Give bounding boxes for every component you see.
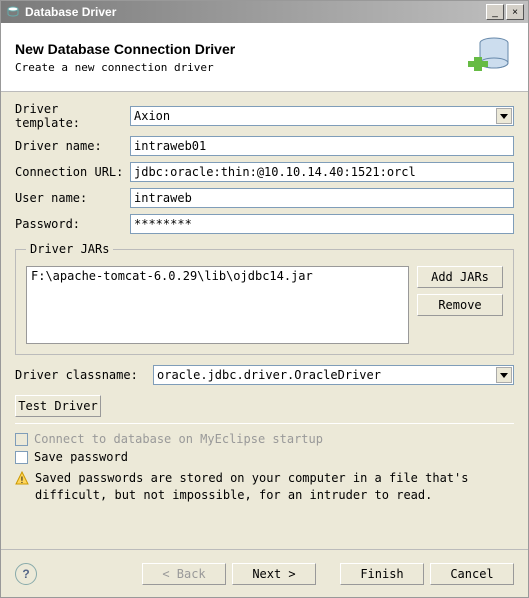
url-label: Connection URL: (15, 165, 130, 179)
classname-label: Driver classname: (15, 368, 145, 382)
jars-fieldset: Driver JARs F:\apache-tomcat-6.0.29\lib\… (15, 242, 514, 355)
content-area: Driver template: Axion Driver name: Conn… (1, 92, 528, 504)
connect-startup-check-row: Connect to database on MyEclipse startup (15, 430, 514, 448)
app-icon (5, 4, 21, 20)
user-label: User name: (15, 191, 130, 205)
connect-startup-checkbox (15, 433, 28, 446)
back-button: < Back (142, 563, 226, 585)
classname-select[interactable]: oracle.jdbc.driver.OracleDriver (153, 365, 514, 385)
template-select[interactable]: Axion (130, 106, 514, 126)
name-label: Driver name: (15, 139, 130, 153)
warning-icon: ! (15, 471, 29, 485)
window-controls: _ × (486, 4, 524, 20)
minimize-button[interactable]: _ (486, 4, 504, 20)
finish-button[interactable]: Finish (340, 563, 424, 585)
database-icon (466, 33, 514, 81)
list-item[interactable]: F:\apache-tomcat-6.0.29\lib\ojdbc14.jar (31, 269, 404, 283)
jars-listbox[interactable]: F:\apache-tomcat-6.0.29\lib\ojdbc14.jar (26, 266, 409, 344)
dropdown-icon[interactable] (496, 108, 512, 124)
cancel-button[interactable]: Cancel (430, 563, 514, 585)
test-driver-button[interactable]: Test Driver (15, 395, 101, 417)
template-value: Axion (134, 109, 170, 123)
url-input[interactable] (130, 162, 514, 182)
add-jars-button[interactable]: Add JARs (417, 266, 503, 288)
wizard-footer: ? < Back Next > Finish Cancel (1, 549, 528, 597)
warning-row: ! Saved passwords are stored on your com… (15, 466, 514, 504)
help-button[interactable]: ? (15, 563, 37, 585)
password-input[interactable] (130, 214, 514, 234)
page-title: New Database Connection Driver (15, 41, 458, 57)
close-button[interactable]: × (506, 4, 524, 20)
classname-value: oracle.jdbc.driver.OracleDriver (157, 368, 381, 382)
save-password-check-row[interactable]: Save password (15, 448, 514, 466)
titlebar[interactable]: Database Driver _ × (1, 1, 528, 23)
window-title: Database Driver (25, 5, 486, 19)
name-input[interactable] (130, 136, 514, 156)
next-button[interactable]: Next > (232, 563, 316, 585)
remove-button[interactable]: Remove (417, 294, 503, 316)
page-subtitle: Create a new connection driver (15, 61, 458, 74)
password-label: Password: (15, 217, 130, 231)
dialog-window: Database Driver _ × New Database Connect… (0, 0, 529, 598)
header-panel: New Database Connection Driver Create a … (1, 23, 528, 92)
svg-text:!: ! (19, 476, 24, 485)
dropdown-icon[interactable] (496, 367, 512, 383)
save-password-label: Save password (34, 450, 128, 464)
template-label: Driver template: (15, 102, 130, 130)
user-input[interactable] (130, 188, 514, 208)
jars-legend: Driver JARs (26, 242, 113, 256)
separator (15, 423, 514, 424)
connect-startup-label: Connect to database on MyEclipse startup (34, 432, 323, 446)
save-password-checkbox[interactable] (15, 451, 28, 464)
warning-text: Saved passwords are stored on your compu… (35, 470, 514, 504)
